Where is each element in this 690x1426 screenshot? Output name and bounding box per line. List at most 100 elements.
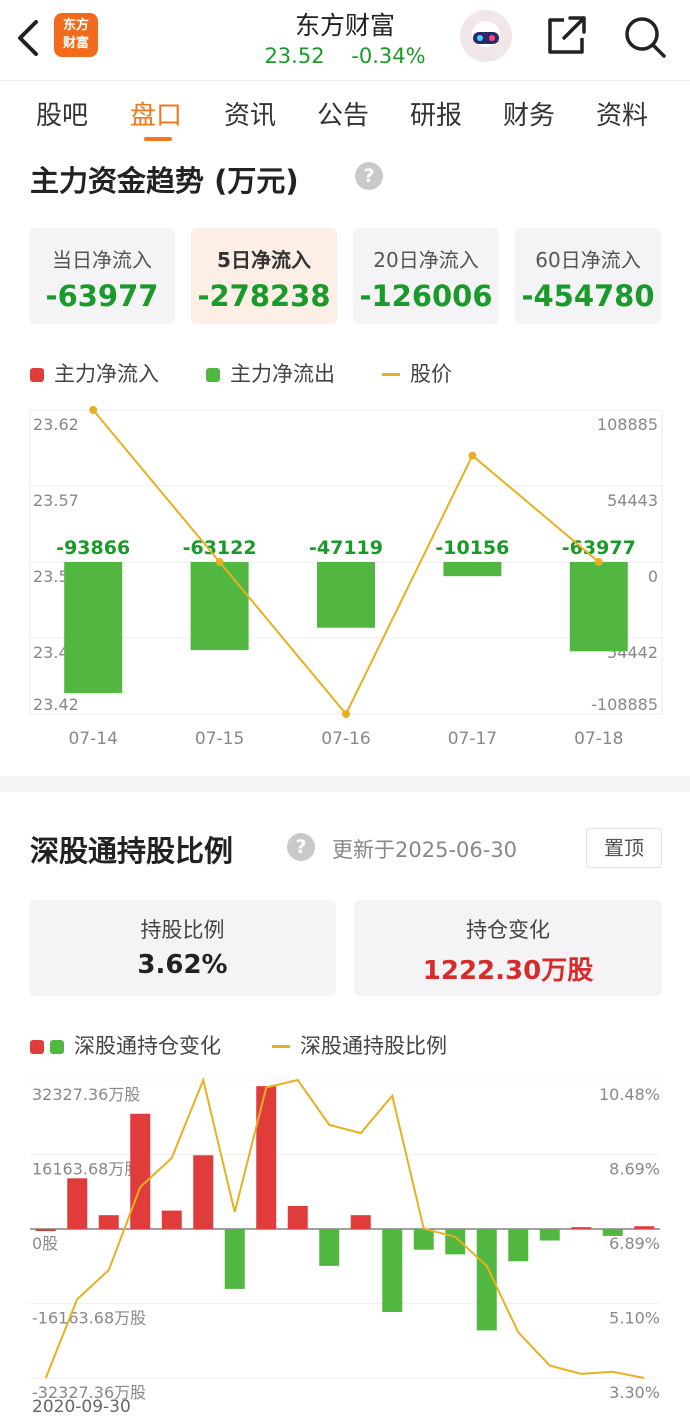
price-point — [89, 406, 98, 414]
holding-increase-bar — [287, 1205, 308, 1229]
tab-announcements[interactable]: 公告 — [317, 95, 369, 132]
x-tick-label: 07-14 — [68, 729, 117, 749]
left-tick-label: 32327.36万股 — [32, 1085, 140, 1104]
holding-increase-bar — [350, 1215, 371, 1229]
legend-swatch — [50, 1040, 64, 1054]
left-tick-label: -16163.68万股 — [32, 1309, 146, 1328]
holding-increase-bar — [98, 1215, 119, 1229]
x-tick-label: 07-17 — [448, 729, 497, 749]
legend-inflow: 主力净流入 — [30, 358, 159, 388]
legend-swatch — [272, 1045, 290, 1048]
left-tick-label: 23.57 — [33, 491, 79, 510]
fund-flow-chart: 23.62 10888523.57 5444323.52 023.47 5444223.… — [29, 406, 663, 749]
assistant-avatar-icon[interactable] — [460, 10, 512, 62]
stock-change: -0.34% — [351, 44, 426, 68]
legend-holding-ratio: 深股通持股比例 — [272, 1030, 447, 1060]
legend-swatch — [382, 373, 400, 376]
tab-finance[interactable]: 财务 — [503, 95, 555, 132]
tab-research[interactable]: 研报 — [410, 95, 462, 132]
legend-outflow: 主力净流出 — [206, 358, 335, 388]
holding-decrease-bar — [382, 1229, 403, 1312]
holding-increase-bar — [161, 1210, 182, 1229]
holding-decrease-bar — [319, 1229, 340, 1266]
card-value: -454780 — [521, 279, 655, 313]
legend-swatch — [206, 368, 220, 382]
left-tick-label: 23.42 — [33, 695, 79, 714]
holding-increase-bar — [634, 1226, 655, 1229]
card-label: 当日净流入 — [52, 248, 152, 272]
x-tick-label: 07-15 — [195, 729, 244, 749]
holding-increase-bar — [193, 1155, 214, 1229]
share-icon[interactable] — [544, 12, 590, 58]
outflow-bar — [190, 562, 249, 651]
right-tick-label: 5.10% — [609, 1309, 660, 1328]
x-tick-label: 07-18 — [574, 729, 623, 749]
section-divider — [0, 776, 690, 792]
flow-card-20d[interactable]: 20日净流入 -126006 — [353, 228, 499, 324]
right-tick-label: 0 — [648, 567, 658, 586]
legend-holding-change: 深股通持仓变化 — [30, 1030, 221, 1060]
x-tick-label: 07-16 — [321, 729, 370, 749]
x-tick-label: 2020-09-30 — [32, 1397, 131, 1417]
outflow-bar — [569, 562, 628, 652]
outflow-bar — [317, 562, 375, 628]
help-icon[interactable]: ? — [287, 833, 315, 861]
left-tick-label: 16163.68万股 — [32, 1160, 140, 1179]
holding-change-card: 持仓变化 1222.30万股 — [354, 900, 662, 996]
card-label: 持股比例 — [140, 918, 225, 942]
stock-price: 23.52 — [264, 44, 325, 68]
holding-increase-bar — [130, 1113, 151, 1229]
bar-value-label: -93866 — [56, 537, 130, 559]
price-point — [468, 451, 477, 460]
holding-decrease-bar — [224, 1229, 245, 1289]
tab-bar: 股吧 盘口 资讯 公告 研报 财务 资料 — [0, 80, 690, 146]
holding-decrease-bar — [445, 1229, 466, 1255]
legend-swatch — [30, 368, 44, 382]
right-tick-label: 54443 — [607, 491, 658, 510]
outflow-bar — [443, 562, 502, 577]
holding-increase-bar — [35, 1229, 56, 1231]
outflow-bar — [64, 562, 123, 694]
card-value: 1222.30万股 — [422, 956, 594, 986]
tab-profile[interactable]: 资料 — [596, 95, 648, 132]
tab-pankou[interactable]: 盘口 — [130, 95, 182, 132]
holding-decrease-bar — [413, 1229, 434, 1250]
pin-button[interactable]: 置顶 — [586, 828, 662, 868]
left-tick-label: 0股 — [32, 1234, 58, 1253]
tab-news[interactable]: 资讯 — [224, 95, 276, 132]
holding-increase-bar — [67, 1178, 88, 1229]
right-tick-label: 8.69% — [609, 1160, 660, 1179]
holding-decrease-bar — [508, 1229, 529, 1262]
help-icon[interactable]: ? — [355, 162, 383, 190]
holding-title: 深股通持股比例 — [30, 834, 234, 868]
left-tick-label: 23.62 — [33, 415, 79, 434]
legend-swatch — [30, 1040, 44, 1054]
holding-increase-bar — [571, 1227, 592, 1230]
right-tick-label: 6.89% — [609, 1234, 660, 1253]
holding-decrease-bar — [539, 1229, 560, 1241]
tab-guba[interactable]: 股吧 — [36, 95, 88, 132]
holding-increase-bar — [256, 1086, 277, 1229]
right-tick-label: -108885 — [591, 695, 658, 714]
card-value: -278238 — [197, 279, 331, 313]
search-icon[interactable] — [620, 12, 668, 60]
flow-card-today[interactable]: 当日净流入 -63977 — [29, 228, 175, 324]
holding-decrease-bar — [602, 1229, 623, 1236]
app-header: 东方 财富 东方财富 23.52 -0.34% — [0, 0, 690, 80]
legend-price: 股价 — [382, 358, 452, 388]
card-value: -126006 — [359, 279, 493, 313]
card-label: 20日净流入 — [373, 248, 479, 272]
bar-value-label: -47119 — [309, 537, 383, 559]
card-label: 5日净流入 — [217, 248, 311, 272]
holding-ratio-card: 持股比例 3.62% — [29, 900, 336, 996]
price-point — [215, 558, 224, 566]
card-label: 60日净流入 — [535, 248, 641, 272]
flow-card-60d[interactable]: 60日净流入 -454780 — [515, 228, 661, 324]
card-value: -63977 — [45, 279, 159, 313]
bar-value-label: -10156 — [435, 537, 509, 559]
bar-value-label: -63122 — [183, 537, 257, 559]
flow-card-5d[interactable]: 5日净流入 -278238 — [191, 228, 337, 324]
card-value: 3.62% — [137, 950, 228, 980]
right-tick-label: 10.48% — [599, 1085, 660, 1104]
right-tick-label: 3.30% — [609, 1383, 660, 1402]
